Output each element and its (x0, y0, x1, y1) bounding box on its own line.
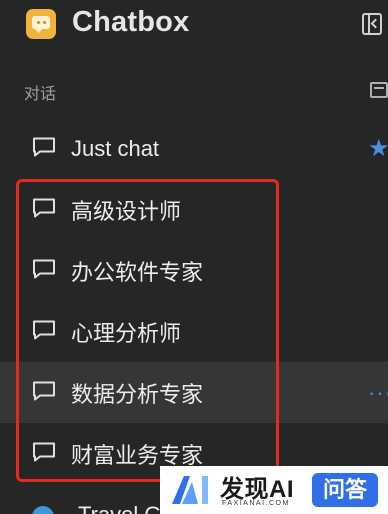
conversation-label: Just chat (71, 135, 160, 161)
conversation-item[interactable]: 办公软件专家 (0, 240, 388, 301)
app-title: Chatbox (72, 6, 190, 38)
section-label: 对话 (24, 86, 57, 103)
chat-bubble-icon (33, 381, 55, 400)
chat-bubble-icon (33, 320, 55, 339)
conversation-item[interactable]: 心理分析师 (0, 301, 388, 362)
watermark-title: 发现AI (220, 476, 294, 503)
conversation-label: 高级设计师 (71, 198, 182, 224)
conversation-label: 财富业务专家 (71, 442, 204, 468)
conversation-list: Just chat ★ 高级设计师 办公软件专家 心理分析师 数据分析专家 ··… (0, 118, 388, 484)
conversation-item-hovered[interactable]: 数据分析专家 ··· (0, 362, 388, 423)
conversation-label: 数据分析专家 (71, 381, 204, 407)
globe-icon (32, 506, 54, 514)
chat-bubble-icon (33, 137, 55, 156)
watermark-subtitle: FAXIANAI.COM (222, 500, 290, 507)
sidebar-header: Chatbox (0, 0, 388, 52)
chat-bubble-icon (33, 198, 55, 217)
star-icon[interactable]: ★ (368, 136, 388, 161)
conversation-item[interactable]: 高级设计师 (0, 179, 388, 240)
conversation-item[interactable]: Just chat ★ (0, 118, 388, 179)
archive-icon[interactable] (370, 82, 388, 98)
watermark-logo-icon (172, 476, 208, 504)
watermark-badge: 问答 (312, 473, 378, 507)
chat-bubble-icon (33, 259, 55, 278)
conversation-label: 心理分析师 (71, 320, 182, 346)
conversation-label: 办公软件专家 (71, 259, 204, 285)
sidebar-collapse-icon[interactable] (362, 13, 382, 35)
watermark: 发现AI FAXIANAI.COM 问答 (160, 466, 388, 514)
chat-bubble-icon (33, 442, 55, 461)
more-dots-icon[interactable]: ··· (368, 381, 388, 404)
chatbox-app-icon (26, 9, 56, 39)
